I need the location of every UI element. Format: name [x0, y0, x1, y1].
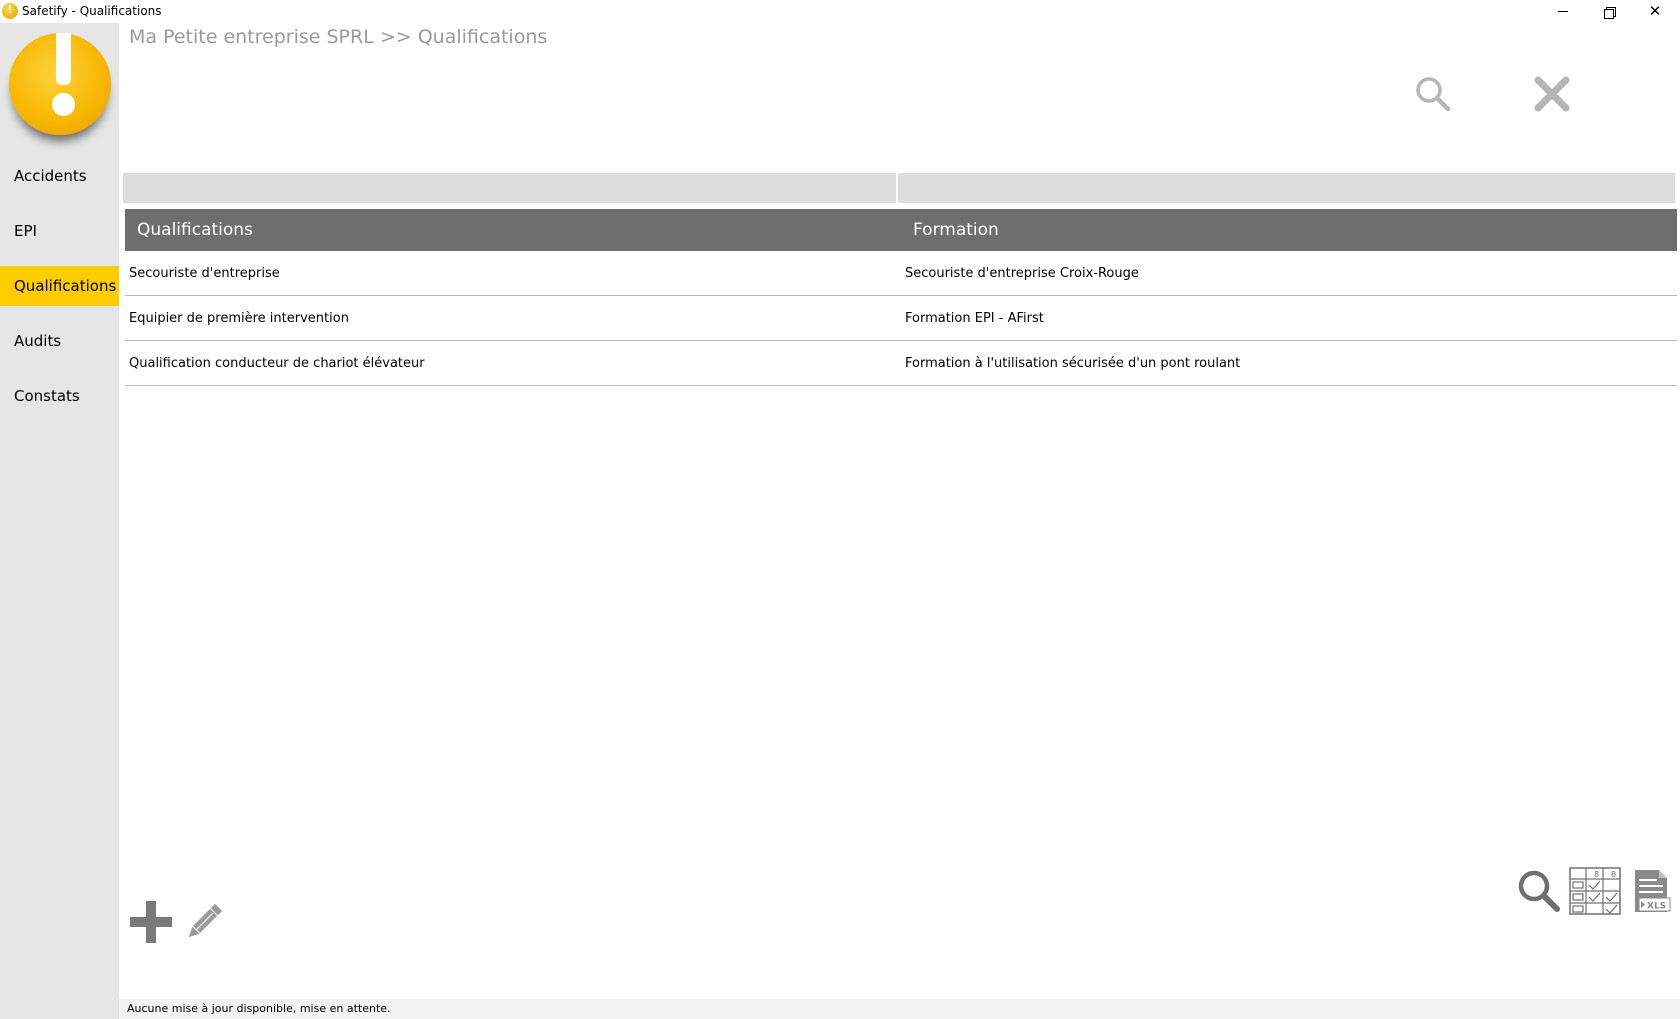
sidebar-nav: Accidents EPI Qualifications Audits Cons… — [0, 156, 119, 431]
close-icon — [1534, 76, 1570, 112]
close-window-button[interactable]: ✕ — [1632, 0, 1678, 23]
window-title: Safetify - Qualifications — [22, 4, 162, 18]
app-icon — [2, 2, 18, 19]
status-bar: Aucune mise à jour disponible, mise en a… — [119, 999, 1680, 1019]
table-cell-formation: Formation à l'utilisation sécurisée d'un… — [905, 356, 1241, 371]
qualifications-table: Qualifications Formation Secouriste d'en… — [125, 209, 1677, 386]
filter-formation-field[interactable] — [898, 173, 1675, 203]
title-bar: Safetify - Qualifications ✕ — [0, 0, 1680, 23]
sidebar-item-constats[interactable]: Constats — [0, 376, 119, 416]
column-chooser-button[interactable]: 8 8 — [1569, 867, 1621, 915]
sidebar-item-accidents[interactable]: Accidents — [0, 156, 119, 196]
table-row[interactable]: Secouriste d'entreprise Secouriste d'ent… — [125, 251, 1677, 296]
pencil-icon — [188, 903, 223, 938]
svg-text:8: 8 — [1611, 870, 1616, 879]
filter-qualifications-field[interactable] — [123, 173, 898, 203]
column-header-formation[interactable]: Formation — [901, 209, 1677, 251]
add-button[interactable] — [128, 899, 174, 945]
table-header: Qualifications Formation — [125, 209, 1677, 251]
table-cell-formation: Formation EPI - AFirst — [905, 311, 1044, 326]
minimize-icon — [1558, 11, 1568, 12]
table-row[interactable]: Equipier de première intervention Format… — [125, 296, 1677, 341]
sidebar-item-qualifications[interactable]: Qualifications — [0, 266, 119, 306]
sidebar: Accidents EPI Qualifications Audits Cons… — [0, 23, 119, 1019]
svg-text:8: 8 — [1594, 870, 1599, 879]
search-records-button[interactable] — [1516, 868, 1562, 914]
table-row[interactable]: Qualification conducteur de chariot élév… — [125, 341, 1677, 386]
magnifier-icon — [1518, 870, 1560, 912]
plus-icon — [130, 901, 172, 943]
close-icon: ✕ — [1648, 2, 1662, 20]
export-xls-button[interactable]: XLS — [1633, 868, 1671, 914]
table-cell-qualification: Qualification conducteur de chariot élév… — [129, 356, 425, 371]
search-icon — [1416, 77, 1451, 112]
column-chooser-icon: 8 8 — [1569, 867, 1621, 915]
table-cell-qualification: Secouriste d'entreprise — [129, 266, 280, 281]
sidebar-item-audits[interactable]: Audits — [0, 321, 119, 361]
close-button[interactable] — [1532, 74, 1572, 114]
xls-label: XLS — [1647, 902, 1666, 912]
sidebar-item-epi[interactable]: EPI — [0, 211, 119, 251]
restore-icon — [1604, 6, 1616, 19]
breadcrumb: Ma Petite entreprise SPRL >> Qualificati… — [129, 26, 548, 48]
xls-export-icon: XLS — [1635, 870, 1671, 912]
filter-bar — [123, 173, 1675, 203]
exclamation-logo-icon — [9, 33, 111, 135]
restore-button[interactable] — [1586, 0, 1632, 23]
table-cell-formation: Secouriste d'entreprise Croix-Rouge — [905, 266, 1139, 281]
search-button[interactable] — [1413, 74, 1453, 114]
edit-button[interactable] — [183, 903, 223, 943]
minimize-button[interactable] — [1540, 0, 1586, 23]
status-text: Aucune mise à jour disponible, mise en a… — [127, 1002, 391, 1015]
table-cell-qualification: Equipier de première intervention — [129, 311, 349, 326]
column-header-qualifications[interactable]: Qualifications — [125, 209, 901, 251]
